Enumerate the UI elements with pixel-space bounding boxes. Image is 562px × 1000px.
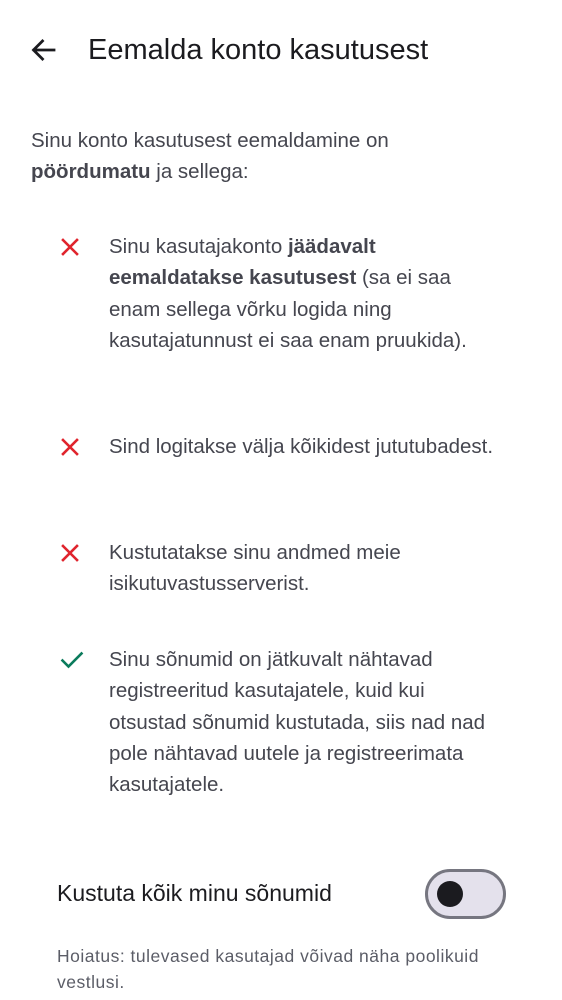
consequence-item: Kustutatakse sinu andmed meie isikutuvas… <box>60 537 500 600</box>
cross-icon <box>60 537 90 568</box>
intro-text-start: Sinu konto kasutusest eemaldamine on <box>31 129 389 152</box>
consequence-text-start: Sinu kasutajakonto <box>109 235 288 258</box>
check-icon <box>60 644 90 675</box>
consequence-text-start: Sind logitakse välja kõikidest jututubad… <box>109 435 494 458</box>
cross-icon <box>60 431 90 462</box>
consequence-text-start: Kustutatakse sinu andmed meie isikutuvas… <box>109 541 401 596</box>
cross-icon <box>60 231 90 262</box>
delete-messages-switch[interactable] <box>425 869 506 919</box>
consequence-item: Sinu sõnumid on jätkuvalt nähtavad regis… <box>60 644 500 800</box>
consequence-text: Sinu kasutajakonto jäädavalt eemaldataks… <box>109 231 499 356</box>
arrow-back-icon <box>31 39 56 61</box>
switch-thumb <box>437 881 463 907</box>
intro-text: Sinu konto kasutusest eemaldamine on pöö… <box>31 125 491 187</box>
warning-text: Hoiatus: tulevased kasutajad võivad näha… <box>57 946 479 992</box>
consequence-item: Sind logitakse välja kõikidest jututubad… <box>60 431 500 462</box>
delete-messages-row[interactable]: Kustuta kõik minu sõnumid <box>0 862 562 926</box>
consequence-item: Sinu kasutajakonto jäädavalt eemaldataks… <box>60 231 500 356</box>
consequence-text: Sinu sõnumid on jätkuvalt nähtavad regis… <box>109 644 499 800</box>
delete-messages-label: Kustuta kõik minu sõnumid <box>57 880 332 906</box>
consequence-text: Kustutatakse sinu andmed meie isikutuvas… <box>109 537 499 600</box>
intro-text-end: ja sellega: <box>150 160 249 183</box>
app-bar: Eemalda konto kasutusest <box>0 0 562 100</box>
consequence-text-start: Sinu sõnumid on jätkuvalt nähtavad regis… <box>109 648 486 797</box>
back-button[interactable] <box>22 29 64 71</box>
consequence-text: Sind logitakse välja kõikidest jututubad… <box>109 431 499 462</box>
page-title: Eemalda konto kasutusest <box>88 34 429 66</box>
intro-text-bold: pöördumatu <box>31 160 151 183</box>
